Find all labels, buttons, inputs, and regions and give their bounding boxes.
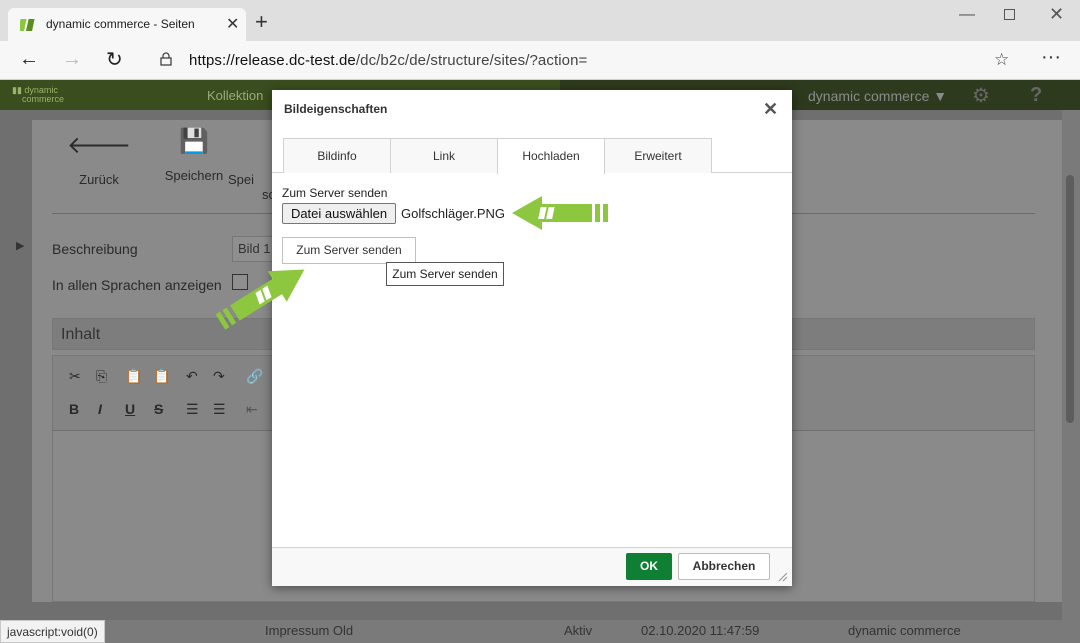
url-host: https://release.dc-test.de — [189, 52, 356, 69]
tab-bildinfo[interactable]: Bildinfo — [283, 138, 391, 173]
upload-label: Zum Server senden — [282, 186, 388, 200]
strikethrough-icon[interactable]: S — [154, 401, 163, 417]
image-properties-dialog: Bildeigenschaften ✕ Bildinfo Link Hochla… — [272, 90, 792, 586]
app-logo: ▮▮ dynamic commerce — [12, 85, 65, 104]
dc-favicon-icon — [20, 19, 35, 31]
minimize-icon[interactable]: — — [959, 6, 975, 24]
bullet-list-icon[interactable]: ☰ — [213, 401, 226, 418]
arrow-left-icon: 🡐 — [66, 132, 132, 159]
tab-erweitert[interactable]: Erweitert — [604, 138, 712, 173]
row-status: Aktiv — [564, 623, 593, 638]
back-arrow-icon[interactable]: ← — [19, 48, 39, 71]
row-date: 02.10.2020 11:47:59 — [641, 623, 760, 638]
maximize-icon[interactable] — [1004, 9, 1015, 20]
italic-icon[interactable]: I — [98, 401, 102, 417]
help-icon[interactable]: ? — [1030, 84, 1042, 107]
numbered-list-icon[interactable]: ☰ — [186, 401, 199, 418]
floppy-disk-icon: 💾 — [179, 128, 209, 155]
outdent-icon[interactable]: ⇤ — [246, 401, 258, 418]
cut-icon[interactable]: ✂ — [69, 368, 81, 385]
scrollbar-thumb[interactable] — [1066, 175, 1074, 423]
back-button[interactable]: 🡐 Zurück — [59, 130, 139, 187]
browser-status-bar: javascript:void(0) — [0, 620, 105, 643]
lock-icon[interactable] — [160, 52, 172, 66]
dialog-title: Bildeigenschaften — [284, 102, 388, 116]
browser-tab[interactable]: dynamic commerce - Seiten ✕ — [8, 8, 246, 41]
window-close-icon[interactable]: ✕ — [1049, 4, 1064, 25]
send-button-tooltip: Zum Server senden — [386, 262, 504, 286]
favorite-star-icon[interactable]: ☆ — [994, 50, 1009, 70]
bold-icon[interactable]: B — [69, 401, 79, 417]
underline-icon[interactable]: U — [125, 401, 135, 417]
redo-icon[interactable]: ↷ — [213, 368, 225, 385]
user-menu[interactable]: dynamic commerce ▼ — [808, 88, 947, 104]
green-arrow-pointing-up-right-icon — [215, 269, 305, 330]
back-label: Zurück — [79, 172, 119, 187]
paste-text-icon[interactable]: 📋 — [153, 368, 170, 385]
send-to-server-button[interactable]: Zum Server senden — [282, 237, 416, 264]
tab-link[interactable]: Link — [390, 138, 498, 173]
green-arrow-pointing-left-icon — [512, 196, 608, 230]
nav-collection[interactable]: Kollektion — [207, 88, 263, 103]
close-icon[interactable]: ✕ — [763, 99, 778, 120]
row-owner: dynamic commerce — [848, 623, 961, 638]
save-label: Speichern — [164, 168, 224, 183]
gear-icon[interactable]: ⚙ — [972, 83, 990, 108]
save-close-button[interactable]: Spei sc — [228, 172, 275, 202]
table-row: Impressum Old Aktiv 02.10.2020 11:47:59 … — [0, 620, 1080, 643]
tab-close-icon[interactable]: ✕ — [226, 14, 239, 34]
save-button[interactable]: 💾 Speichern — [154, 127, 234, 183]
reload-icon[interactable]: ↻ — [106, 47, 123, 72]
more-menu-icon[interactable]: ··· — [1041, 46, 1061, 69]
paste-icon[interactable]: 📋 — [125, 368, 142, 385]
resize-grip-icon[interactable] — [776, 570, 788, 582]
content-title: Inhalt — [61, 326, 101, 343]
forward-arrow-icon[interactable]: → — [62, 48, 82, 71]
undo-icon[interactable]: ↶ — [186, 368, 198, 385]
expand-triangle-icon[interactable]: ▶ — [16, 239, 24, 252]
description-label: Beschreibung — [52, 241, 138, 257]
tab-title: dynamic commerce - Seiten — [46, 17, 195, 31]
new-tab-icon[interactable]: + — [255, 11, 268, 33]
browser-tabstrip: dynamic commerce - Seiten ✕ + — ✕ — [0, 0, 1080, 41]
copy-icon[interactable]: ⎘ — [96, 368, 107, 385]
save-close-label-2: sc — [262, 187, 275, 202]
save-close-label: Spei — [228, 172, 255, 187]
all-languages-label: In allen Sprachen anzeigen — [52, 277, 222, 293]
url-input[interactable]: https://release.dc-test.de/dc/b2c/de/str… — [189, 52, 587, 69]
link-icon[interactable]: 🔗 — [246, 368, 263, 385]
cancel-button[interactable]: Abbrechen — [678, 553, 770, 580]
url-path: /dc/b2c/de/structure/sites/?action= — [355, 52, 588, 69]
ok-button[interactable]: OK — [626, 553, 672, 580]
row-name: Impressum Old — [265, 623, 354, 638]
address-bar: ← → ↻ https://release.dc-test.de/dc/b2c/… — [0, 41, 1080, 80]
selected-file-name: Golfschläger.PNG — [401, 206, 506, 221]
choose-file-button[interactable]: Datei auswählen — [282, 203, 396, 224]
tab-hochladen[interactable]: Hochladen — [497, 138, 605, 174]
